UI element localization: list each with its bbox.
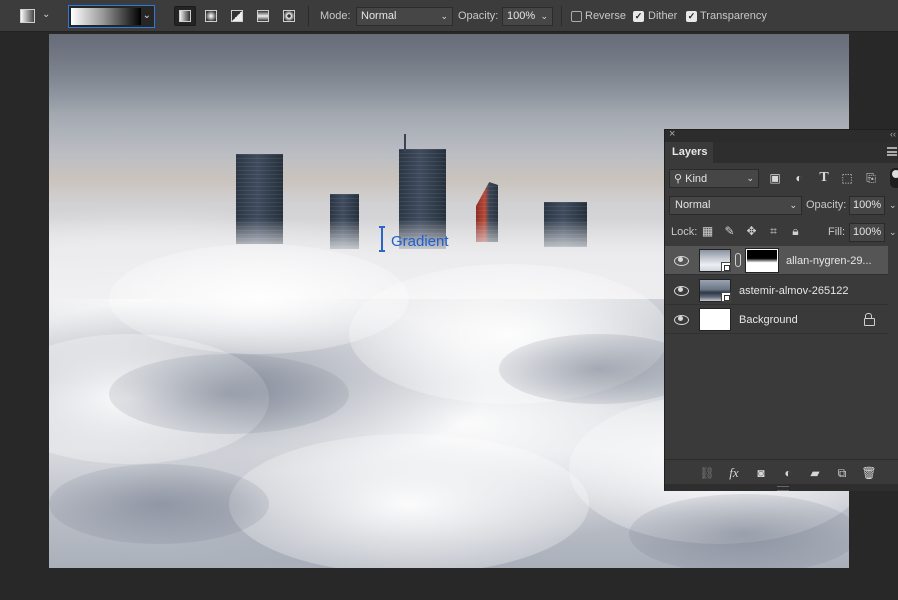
layer-name[interactable]: astemir-almov-265122 <box>739 285 848 297</box>
fill-label: Fill: <box>828 226 846 238</box>
mode-value: Normal <box>361 10 397 22</box>
panel-menu-icon[interactable] <box>887 147 897 156</box>
tab-layers[interactable]: Layers <box>665 142 713 163</box>
filter-kind-value: Kind <box>685 173 708 185</box>
adjustment-layer-icon[interactable]: ◐ <box>780 465 796 481</box>
close-icon[interactable]: × <box>669 128 675 140</box>
lock-position-move-icon[interactable]: ✥ <box>745 225 758 238</box>
smart-object-filter-icon[interactable]: ⎘ <box>864 171 878 185</box>
tool-preset-caret-icon[interactable]: ⌄ <box>42 9 50 20</box>
transparency-checkbox[interactable]: ✓ <box>686 11 697 22</box>
reverse-checkbox[interactable] <box>571 11 582 22</box>
panel-header[interactable]: × ‹‹ <box>665 128 898 142</box>
lock-icon[interactable] <box>864 313 875 326</box>
cloud-shadow <box>629 494 849 568</box>
panel-resize-grip[interactable] <box>665 484 898 491</box>
diamond-gradient-button[interactable] <box>278 6 300 26</box>
chevron-down-icon: ⌄ <box>746 173 754 183</box>
blend-mode-dropdown[interactable]: Normal ⌄ <box>669 196 802 215</box>
gradient-swatch[interactable] <box>71 8 141 25</box>
dither-label: Dither <box>648 10 678 22</box>
pixel-filter-icon[interactable]: ▣ <box>768 171 782 185</box>
mode-label: Mode: <box>320 10 351 22</box>
visibility-eye-icon[interactable] <box>674 284 689 296</box>
linear-gradient-icon <box>179 10 191 22</box>
dither-checkbox[interactable]: ✓ <box>633 11 644 22</box>
lock-transparent-icon[interactable]: ▦ <box>701 225 714 238</box>
chevron-down-icon[interactable]: ⌄ <box>143 10 151 21</box>
cloud <box>229 434 589 568</box>
linear-gradient-button[interactable] <box>174 6 196 26</box>
radial-gradient-icon <box>205 10 217 22</box>
cloud-shadow <box>109 354 349 434</box>
mask-link-icon[interactable] <box>735 253 741 267</box>
divider <box>561 6 562 26</box>
diamond-gradient-icon <box>283 10 295 22</box>
visibility-eye-icon[interactable] <box>674 313 689 325</box>
fill-field[interactable]: 100% <box>849 223 885 242</box>
trash-icon[interactable]: 🗑︎ <box>861 465 877 481</box>
layer-thumbnail[interactable] <box>699 249 731 272</box>
smart-object-icon <box>721 292 731 302</box>
fx-icon[interactable]: fx <box>726 465 742 481</box>
lock-image-brush-icon[interactable]: ✎ <box>723 225 736 238</box>
cursor-tooltip: Gradient <box>391 233 449 250</box>
crane <box>404 134 406 152</box>
reflected-gradient-button[interactable] <box>252 6 274 26</box>
gradient-tool-icon[interactable] <box>20 9 35 23</box>
layer-thumbnail[interactable] <box>699 279 731 302</box>
link-layers-icon[interactable]: ⛓︎ <box>699 465 715 481</box>
filter-kind-dropdown[interactable]: ⚲ Kind ⌄ <box>669 169 759 188</box>
collapse-icon[interactable]: ‹‹ <box>890 129 896 139</box>
layer-opacity-field[interactable]: 100% <box>849 196 885 215</box>
chevron-down-icon: ⌄ <box>440 11 448 21</box>
lock-label: Lock: <box>671 226 698 238</box>
opacity-field[interactable]: 100% ⌄ <box>502 7 553 26</box>
sky <box>49 34 849 114</box>
add-mask-icon[interactable]: ◙ <box>753 465 769 481</box>
layer-name[interactable]: allan-nygren-29... <box>786 255 872 267</box>
layer-row[interactable]: allan-nygren-29... <box>665 246 888 275</box>
mode-dropdown[interactable]: Normal ⌄ <box>356 7 453 26</box>
layer-mask-thumbnail[interactable] <box>745 248 779 273</box>
chevron-down-icon: ⌄ <box>789 200 797 210</box>
layers-panel: × ‹‹ Layers ⚲ Kind ⌄ ▣ ◐ T ⬚ ⎘ Normal ⌄ … <box>664 128 898 491</box>
gradient-cursor-icon <box>379 226 385 252</box>
radial-gradient-button[interactable] <box>200 6 222 26</box>
filter-toggle[interactable] <box>890 168 898 188</box>
transparency-label: Transparency <box>700 10 767 22</box>
reverse-label: Reverse <box>585 10 626 22</box>
new-layer-icon[interactable]: ⧉ <box>834 465 850 481</box>
layer-row[interactable]: Background <box>665 305 888 334</box>
chevron-down-icon[interactable]: ⌄ <box>540 11 548 22</box>
options-bar: ⌄ ⌄ Mode: Normal ⌄ Opacity: 100% ⌄ Rever… <box>0 0 898 32</box>
smart-object-icon <box>721 262 731 272</box>
opacity-value: 100% <box>507 10 536 22</box>
reflected-gradient-icon <box>257 10 269 22</box>
layer-thumbnail[interactable] <box>699 308 731 331</box>
cloud-shadow <box>49 464 269 544</box>
opacity-label: Opacity: <box>458 10 499 22</box>
chevron-down-icon[interactable]: ⌄ <box>889 227 897 238</box>
layer-opacity-label: Opacity: <box>806 199 847 211</box>
type-filter-icon[interactable]: T <box>817 171 831 185</box>
divider <box>308 6 309 26</box>
new-group-icon[interactable]: ▰ <box>807 465 823 481</box>
shape-filter-icon[interactable]: ⬚ <box>840 171 854 185</box>
lock-all-icon[interactable]: 🔒︎ <box>789 225 802 238</box>
panel-tabbar: Layers <box>665 142 898 163</box>
layer-row[interactable]: astemir-almov-265122 <box>665 276 888 305</box>
angle-gradient-icon <box>231 10 243 22</box>
angle-gradient-button[interactable] <box>226 6 248 26</box>
search-icon: ⚲ <box>674 173 683 185</box>
adjustment-filter-icon[interactable]: ◐ <box>792 171 806 185</box>
visibility-eye-icon[interactable] <box>674 254 689 266</box>
layer-name[interactable]: Background <box>739 314 798 326</box>
layers-panel-footer: ⛓︎ fx ◙ ◐ ▰ ⧉ 🗑︎ <box>665 459 898 486</box>
blend-mode-value: Normal <box>675 199 711 211</box>
chevron-down-icon[interactable]: ⌄ <box>889 200 897 211</box>
lock-artboard-icon[interactable]: ⌗ <box>767 225 780 238</box>
gradient-picker[interactable]: ⌄ <box>68 5 155 28</box>
